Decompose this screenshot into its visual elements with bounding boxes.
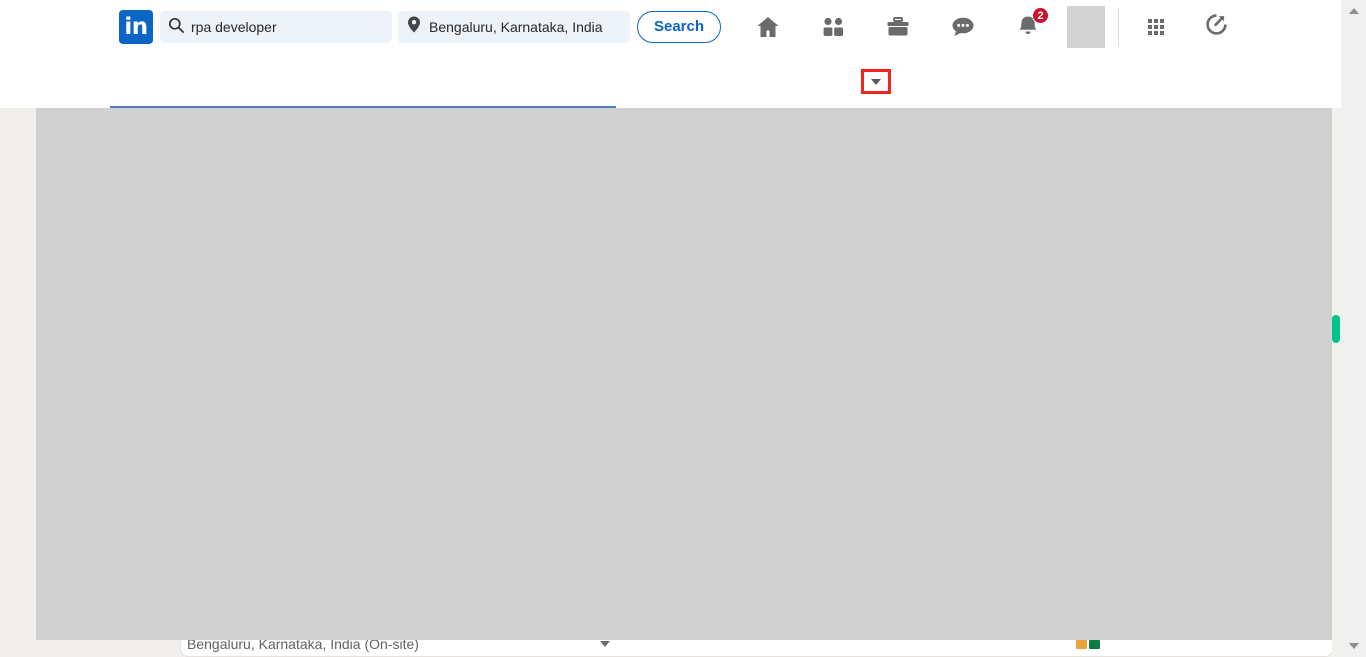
nav-jobs[interactable] [865, 0, 930, 54]
linkedin-jobs-page: Bengaluru, Karnataka, India (On-site) in… [0, 0, 1366, 657]
page-scrollbar[interactable] [1341, 0, 1366, 657]
triangle-up-icon [1348, 8, 1359, 14]
message-bubble-icon [950, 14, 976, 40]
chevron-down-icon [871, 78, 881, 85]
filter-bar: Jobs Past month Mid-Senior level 1 Wells… [0, 54, 1341, 152]
scroll-down-button[interactable] [1341, 637, 1366, 655]
apps-grid-icon [1147, 18, 1165, 36]
home-icon [755, 14, 781, 40]
nav-notifications[interactable]: 2 [995, 0, 1060, 54]
header-nav: 2 [735, 0, 1060, 54]
header-divider [1118, 8, 1119, 46]
linkedin-logo[interactable]: in [119, 10, 153, 44]
post-job-button[interactable] [1194, 0, 1238, 54]
briefcase-icon [885, 14, 911, 40]
people-icon [820, 14, 846, 40]
nav-my-network[interactable] [800, 0, 865, 54]
search-button[interactable]: Search [637, 11, 721, 43]
inner-scroll-track[interactable] [1332, 108, 1341, 657]
job-card-chevron-down-icon[interactable] [600, 641, 610, 647]
location-input-value: Bengaluru, Karnataka, India [429, 19, 603, 35]
profile-avatar[interactable] [1067, 6, 1105, 48]
global-header: in rpa developer Bengaluru, Karnataka, I… [0, 0, 1341, 54]
scroll-up-button[interactable] [1341, 2, 1366, 20]
apps-grid-button[interactable] [1132, 0, 1180, 54]
search-input-value: rpa developer [191, 19, 277, 35]
target-arrow-icon [1204, 12, 1229, 42]
notification-badge: 2 [1032, 7, 1049, 24]
modal-overlay [36, 108, 1333, 640]
nav-messaging[interactable] [930, 0, 995, 54]
search-icon [168, 17, 184, 38]
location-input[interactable]: Bengaluru, Karnataka, India [398, 11, 630, 43]
nav-home[interactable] [735, 0, 800, 54]
triangle-down-icon [1348, 643, 1359, 649]
annotation-highlight-job-type-caret[interactable] [861, 69, 891, 94]
search-input[interactable]: rpa developer [160, 11, 392, 43]
location-pin-icon [407, 16, 421, 38]
job-card-flag-icon [1076, 640, 1100, 649]
inner-scroll-indicator[interactable] [1332, 315, 1340, 343]
